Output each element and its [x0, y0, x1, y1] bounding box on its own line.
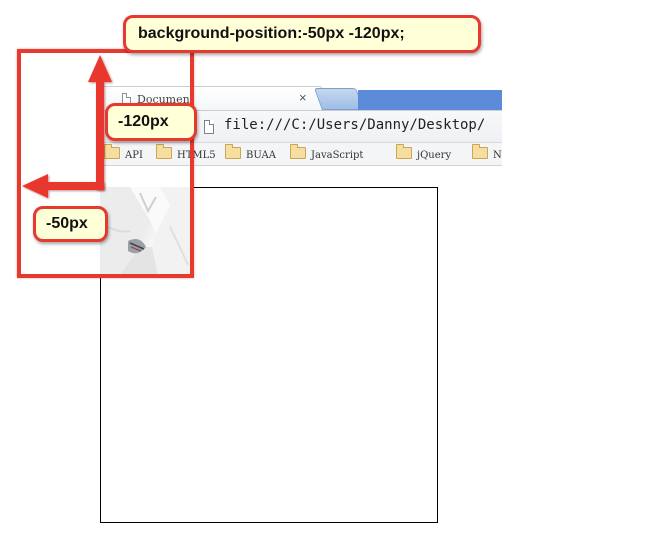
bookmark-label: BUAA [246, 150, 276, 161]
folder-icon [225, 144, 241, 159]
x-offset-callout: -50px [33, 206, 108, 242]
bookmark-label: jQuery [417, 150, 452, 161]
tab-strip-background [358, 90, 502, 110]
bookmark-label: JavaScript [311, 150, 364, 161]
bookmark-more[interactable]: N [472, 144, 502, 161]
bookmark-buaa[interactable]: BUAA [225, 144, 276, 161]
folder-icon [290, 144, 306, 159]
folder-icon [396, 144, 412, 159]
folder-icon [472, 144, 488, 159]
bookmark-jquery[interactable]: jQuery [396, 144, 452, 161]
bookmark-javascript[interactable]: JavaScript [290, 144, 364, 161]
offset-frame [17, 49, 194, 278]
y-offset-callout: -120px [105, 103, 197, 141]
new-tab-button[interactable] [313, 88, 365, 110]
bookmark-label: N [493, 150, 502, 161]
page-icon [204, 120, 214, 134]
css-rule-callout: background-position:-50px -120px; [123, 15, 481, 53]
close-icon[interactable]: × [299, 91, 307, 105]
address-text[interactable]: file:///C:/Users/Danny/Desktop/ [224, 117, 485, 133]
